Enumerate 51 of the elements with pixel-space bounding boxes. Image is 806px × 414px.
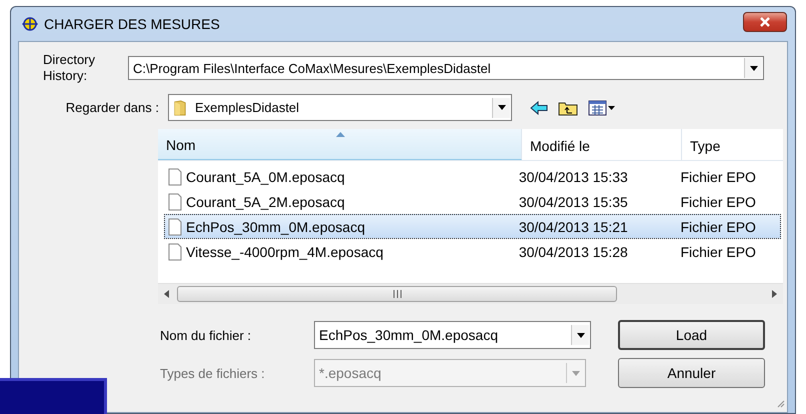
file-name: Courant_5A_2M.eposacq — [186, 194, 345, 210]
file-type: Fichier EPO — [680, 168, 756, 184]
close-button[interactable] — [743, 12, 787, 32]
file-row[interactable]: Courant_5A_2M.eposacq 30/04/2013 15:35 Fichier EPO — [164, 189, 781, 214]
column-header[interactable]: Modifié le — [522, 129, 682, 160]
folder-icon — [173, 98, 187, 116]
dropdown-arrow-icon — [576, 332, 584, 338]
cancel-button[interactable]: Annuler — [618, 358, 765, 388]
window-title: CHARGER DES MESURES — [44, 16, 220, 32]
look-in-combo[interactable]: ExemplesDidastel — [168, 94, 512, 121]
file-name: EchPos_30mm_0M.eposacq — [186, 218, 365, 234]
scrollbar-thumb[interactable] — [177, 286, 617, 302]
field-label: Directory History: — [43, 52, 96, 84]
column-header[interactable]: Type — [682, 129, 783, 160]
column-header[interactable]: Nom — [158, 129, 522, 160]
file-name: Vitesse_-4000rpm_4M.eposacq — [186, 244, 384, 260]
file-icon — [168, 242, 182, 260]
field-label: Types de fichiers : — [160, 366, 266, 380]
file-row[interactable]: EchPos_30mm_0M.eposacq 30/04/2013 15:21 Fichier EPO — [164, 214, 781, 239]
scroll-left-icon[interactable] — [164, 290, 169, 298]
file-type: Fichier EPO — [680, 218, 756, 234]
file-icon — [168, 192, 182, 210]
file-name-combo[interactable]: EchPos_30mm_0M.eposacq — [314, 321, 591, 349]
file-type: Fichier EPO — [680, 194, 756, 210]
back-arrow-icon[interactable] — [530, 100, 548, 114]
close-icon — [759, 17, 771, 27]
scroll-right-icon[interactable] — [772, 290, 777, 298]
dropdown-arrow-icon — [572, 370, 580, 376]
file-row[interactable]: Vitesse_-4000rpm_4M.eposacq 30/04/2013 15:28 Fichier EPO — [164, 239, 781, 264]
sort-arrow-icon — [336, 132, 345, 137]
modified-date: 30/04/2013 15:33 — [518, 168, 628, 184]
grip-icon — [392, 290, 402, 298]
file-icon — [168, 218, 182, 236]
modified-date: 30/04/2013 15:21 — [518, 218, 628, 234]
modified-date: 30/04/2013 15:35 — [518, 194, 628, 210]
field-label: Regarder dans : — [64, 100, 159, 115]
view-menu-icon[interactable] — [588, 100, 616, 116]
dropdown-arrow-icon — [498, 105, 506, 110]
file-icon — [168, 168, 182, 186]
dropdown-arrow-icon — [750, 66, 758, 70]
file-row[interactable]: Courant_5A_0M.eposacq 30/04/2013 15:33 Fichier EPO — [164, 164, 781, 189]
field-label: Nom du fichier : — [160, 328, 252, 342]
horizontal-scrollbar[interactable] — [158, 283, 783, 304]
up-folder-icon[interactable] — [558, 100, 578, 116]
file-type: Fichier EPO — [680, 244, 756, 260]
modified-date: 30/04/2013 15:28 — [518, 244, 628, 260]
load-button[interactable]: Load — [618, 320, 765, 350]
app-icon — [21, 17, 39, 31]
file-name: Courant_5A_0M.eposacq — [186, 168, 345, 184]
resize-grip-icon[interactable] — [775, 398, 785, 408]
directory-history-combo[interactable]: C:\Program Files\Interface CoMax\Mesures\ExemplesDidastel — [128, 56, 764, 80]
